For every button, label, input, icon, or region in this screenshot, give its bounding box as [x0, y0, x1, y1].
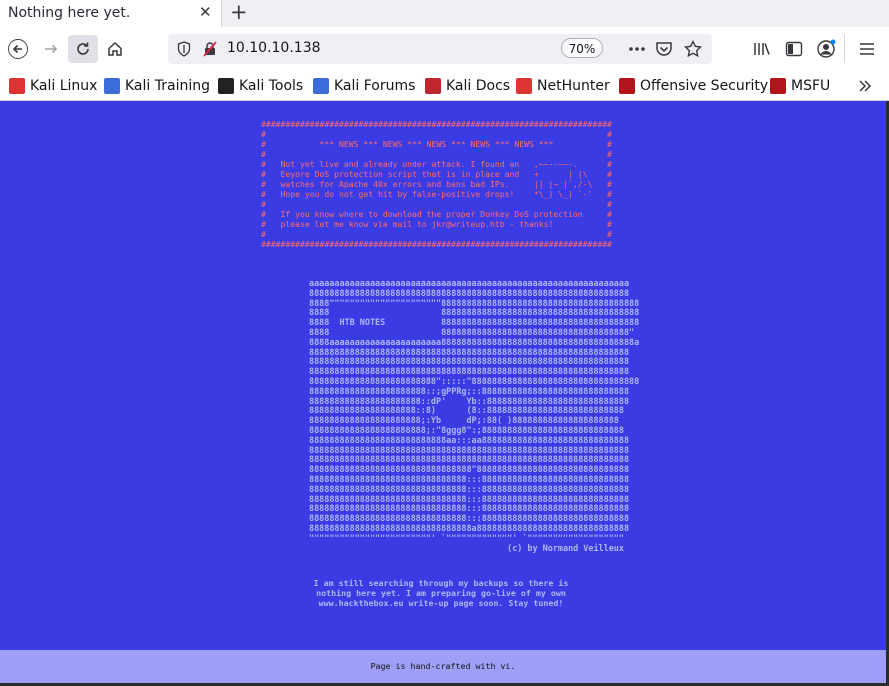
- bookmark-label: NetHunter: [537, 78, 610, 94]
- bookmark-kali-training[interactable]: Kali Training: [104, 75, 210, 97]
- shield-icon[interactable]: [177, 41, 191, 57]
- library-icon: [754, 43, 770, 55]
- toolbar-divider: [844, 35, 845, 63]
- kali-tools-icon: [218, 78, 234, 94]
- kali-docs-icon: [425, 78, 441, 94]
- page-footer: Page is hand-crafted with vi.: [0, 650, 886, 683]
- tab-title: Nothing here yet.: [8, 5, 131, 21]
- bookmark-label: Kali Training: [125, 78, 210, 94]
- bookmark-label: MSFU: [791, 78, 831, 94]
- back-button[interactable]: [3, 35, 33, 63]
- address-bar[interactable]: 10.10.10.138 70%: [168, 34, 712, 64]
- account-icon: [817, 39, 836, 58]
- library-button[interactable]: [748, 35, 776, 63]
- url-text[interactable]: 10.10.10.138: [227, 40, 321, 56]
- bookmark-kali-linux[interactable]: Kali Linux: [9, 75, 97, 97]
- kali-linux-icon: [9, 78, 25, 94]
- message-line: www.hackthebox.eu write-up page soon. St…: [318, 598, 564, 608]
- tab-close-icon[interactable]: ✕: [199, 4, 212, 20]
- menu-button[interactable]: [853, 35, 881, 63]
- kali-forums-icon: [313, 78, 329, 94]
- tab-strip: Nothing here yet. ✕ +: [0, 0, 889, 27]
- back-arrow-icon: [8, 39, 28, 59]
- reload-button[interactable]: [68, 35, 98, 63]
- bookmark-label: Kali Tools: [239, 78, 304, 94]
- kali-training-icon: [104, 78, 120, 94]
- bookmark-label: Kali Forums: [334, 78, 416, 94]
- insecure-lock-icon[interactable]: [202, 41, 218, 57]
- bookmark-kali-tools[interactable]: Kali Tools: [218, 75, 303, 97]
- sidebar-icon: [785, 41, 803, 57]
- reload-icon: [77, 42, 89, 55]
- bookmark-offensive-security[interactable]: Offensive Security: [619, 75, 768, 97]
- bookmark-nethunter[interactable]: NetHunter: [516, 75, 610, 97]
- bookmark-kali-forums[interactable]: Kali Forums: [313, 75, 415, 97]
- forward-arrow-icon: [45, 44, 58, 54]
- message-line: I am still searching through my backups …: [313, 578, 569, 588]
- new-tab-icon[interactable]: +: [230, 1, 248, 23]
- bookmark-star-icon[interactable]: [684, 40, 702, 58]
- zoom-level-button[interactable]: 70%: [561, 38, 603, 58]
- home-button[interactable]: [100, 35, 130, 63]
- bookmark-label: Kali Docs: [446, 78, 511, 94]
- account-button[interactable]: [812, 35, 840, 63]
- nethunter-icon: [516, 78, 532, 94]
- bookmarks-toolbar: Kali Linux Kali Training Kali Tools Kali Fo…: [0, 71, 889, 101]
- bookmark-kali-docs[interactable]: Kali Docs: [425, 75, 510, 97]
- page-content: ########################################…: [0, 101, 886, 650]
- status-message: I am still searching through my backups …: [300, 578, 582, 608]
- sidebar-button[interactable]: [780, 35, 808, 63]
- hamburger-menu-icon: [860, 43, 874, 55]
- forward-button[interactable]: [36, 35, 66, 63]
- tab-active[interactable]: Nothing here yet. ✕: [0, 0, 222, 27]
- bookmark-label: Offensive Security: [640, 78, 769, 94]
- msfu-icon: [770, 78, 786, 94]
- home-icon: [108, 41, 122, 56]
- message-line: nothing here yet. I am preparing go-live…: [316, 588, 566, 598]
- page-actions-icon[interactable]: [628, 42, 646, 56]
- bookmarks-overflow-icon[interactable]: [858, 75, 872, 97]
- footer-text: Page is hand-crafted with vi.: [370, 661, 516, 671]
- bookmark-msfu[interactable]: MSFU: [770, 75, 830, 97]
- htb-notes-ascii-art: aaaaaaaaaaaaaaaaaaaaaaaaaaaaaaaaaaaaaaaa…: [309, 278, 640, 553]
- pocket-icon[interactable]: [655, 40, 673, 58]
- offensive-security-icon: [619, 78, 635, 94]
- bookmark-label: Kali Linux: [30, 78, 98, 94]
- news-banner: ########################################…: [261, 119, 612, 249]
